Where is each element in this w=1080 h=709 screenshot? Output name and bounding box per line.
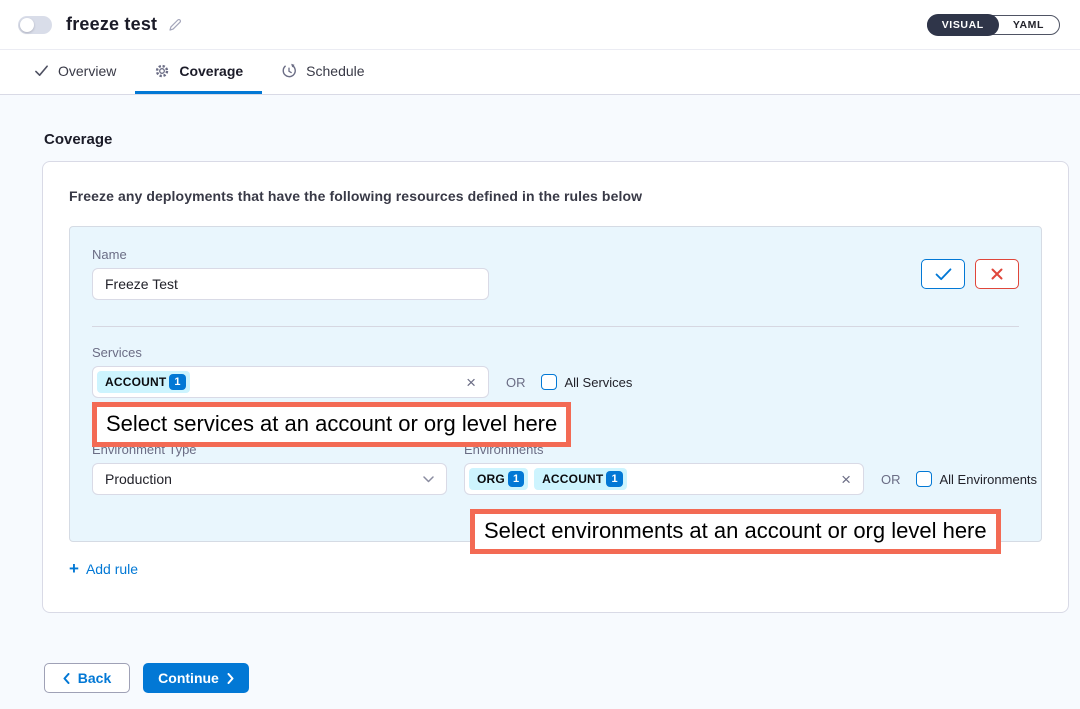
toggle-knob: [20, 18, 34, 32]
environment-tag-org[interactable]: ORG 1: [469, 468, 528, 490]
clock-refresh-icon: [281, 63, 297, 79]
tab-coverage-label: Coverage: [179, 63, 243, 79]
add-rule-button[interactable]: + Add rule: [69, 560, 138, 577]
all-services-checkbox[interactable]: [541, 374, 557, 390]
plus-icon: +: [69, 560, 79, 577]
tag-count-badge: 1: [508, 471, 524, 487]
apply-rule-button[interactable]: [921, 259, 965, 289]
tab-schedule[interactable]: Schedule: [262, 50, 383, 94]
environment-type-select[interactable]: Production: [92, 463, 447, 495]
continue-label: Continue: [158, 670, 219, 686]
freeze-rule-editor: Name Freeze Test Services: [69, 226, 1042, 542]
add-rule-label: Add rule: [86, 561, 138, 577]
environment-type-value: Production: [105, 471, 172, 487]
visual-yaml-switch: VISUAL YAML: [927, 15, 1060, 35]
visual-toggle-button[interactable]: VISUAL: [927, 14, 999, 36]
rule-divider: [92, 326, 1019, 327]
services-or-label: OR: [506, 375, 526, 390]
environment-row: Environment Type Production Environments…: [92, 442, 1019, 495]
services-row: ACCOUNT 1 × OR All Services: [92, 366, 1019, 398]
footer-actions: Back Continue: [44, 663, 1069, 693]
tab-overview[interactable]: Overview: [15, 50, 135, 94]
name-field-group: Name Freeze Test: [92, 247, 489, 300]
back-button[interactable]: Back: [44, 663, 130, 693]
all-environments-checkbox[interactable]: [916, 471, 932, 487]
back-label: Back: [78, 670, 111, 686]
edit-title-pencil-icon[interactable]: [167, 17, 183, 33]
yaml-toggle-button[interactable]: YAML: [998, 15, 1059, 35]
freeze-studio-screen: freeze test VISUAL YAML Overview Coverag…: [0, 0, 1080, 709]
all-environments-label: All Environments: [940, 472, 1038, 487]
chevron-down-icon: [423, 476, 434, 483]
clear-services-icon[interactable]: ×: [464, 374, 478, 391]
clear-environments-icon[interactable]: ×: [839, 471, 853, 488]
freeze-title: freeze test: [66, 14, 157, 35]
name-label: Name: [92, 247, 489, 262]
rule-name-row: Name Freeze Test: [92, 247, 1019, 300]
environments-or-label: OR: [881, 472, 901, 487]
environment-tag-account[interactable]: ACCOUNT 1: [534, 468, 627, 490]
coverage-card: Freeze any deployments that have the fol…: [42, 161, 1069, 613]
tab-coverage[interactable]: Coverage: [135, 50, 262, 94]
gear-icon: [154, 63, 170, 79]
tag-count-badge: 1: [606, 471, 622, 487]
rule-confirm-buttons: [921, 259, 1019, 289]
tag-count-badge: 1: [169, 374, 185, 390]
tab-schedule-label: Schedule: [306, 63, 364, 79]
environments-multiselect[interactable]: ORG 1 ACCOUNT 1 ×: [464, 463, 864, 495]
service-tag-account[interactable]: ACCOUNT 1: [97, 371, 190, 393]
services-field-group: Services ACCOUNT 1 × OR All Servi: [92, 345, 1019, 398]
environments-annotation-note: Select environments at an account or org…: [470, 509, 1001, 554]
environment-type-group: Environment Type Production: [92, 442, 447, 495]
chevron-left-icon: [63, 673, 70, 684]
top-bar: freeze test VISUAL YAML: [0, 0, 1080, 50]
rule-name-input[interactable]: Freeze Test: [92, 268, 489, 300]
all-services-label: All Services: [565, 375, 633, 390]
all-environments-checkbox-group[interactable]: All Environments: [916, 471, 1038, 487]
chevron-right-icon: [227, 673, 234, 684]
continue-button[interactable]: Continue: [143, 663, 249, 693]
check-icon: [34, 63, 49, 78]
services-label: Services: [92, 345, 1019, 360]
all-services-checkbox-group[interactable]: All Services: [541, 374, 633, 390]
environments-row-inner: ORG 1 ACCOUNT 1 × OR: [464, 463, 1037, 495]
freeze-enabled-toggle[interactable]: [18, 16, 52, 34]
discard-rule-button[interactable]: [975, 259, 1019, 289]
services-multiselect[interactable]: ACCOUNT 1 ×: [92, 366, 489, 398]
close-icon: [991, 268, 1003, 280]
check-icon: [935, 268, 952, 281]
coverage-description: Freeze any deployments that have the fol…: [69, 188, 1042, 204]
services-annotation-note: Select services at an account or org lev…: [92, 402, 571, 447]
environments-group: Environments ORG 1 ACCOUNT 1: [464, 442, 1037, 495]
coverage-content: Coverage Freeze any deployments that hav…: [0, 95, 1080, 693]
tab-overview-label: Overview: [58, 63, 116, 79]
studio-tab-bar: Overview Coverage Schedule: [0, 50, 1080, 95]
page-heading: Coverage: [44, 131, 1069, 148]
